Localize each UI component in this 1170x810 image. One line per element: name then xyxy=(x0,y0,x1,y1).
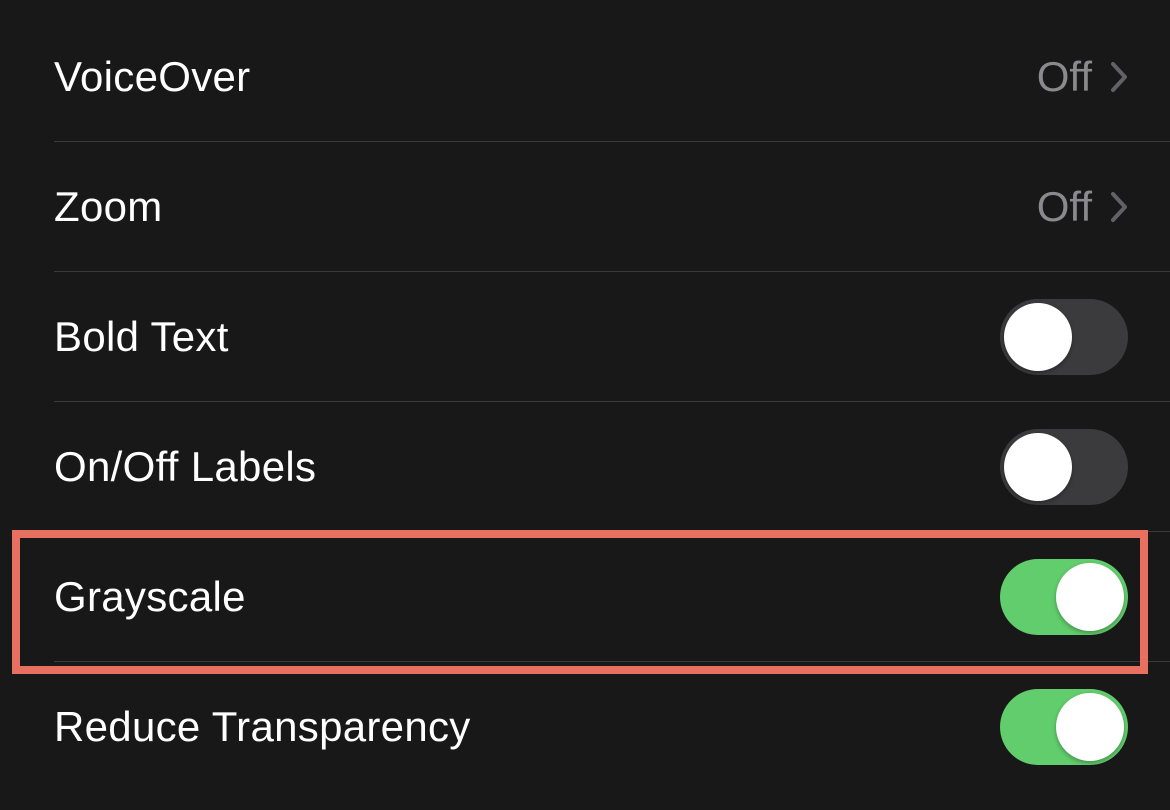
toggle-knob xyxy=(1056,563,1124,631)
onoff-labels-label: On/Off Labels xyxy=(54,443,316,491)
zoom-value: Off xyxy=(1037,183,1092,231)
voiceover-label: VoiceOver xyxy=(54,53,250,101)
grayscale-right xyxy=(1000,559,1128,635)
toggle-knob xyxy=(1056,693,1124,761)
voiceover-row[interactable]: VoiceOver Off xyxy=(0,12,1170,142)
zoom-row[interactable]: Zoom Off xyxy=(0,142,1170,272)
zoom-right: Off xyxy=(1037,183,1128,231)
reduce-transparency-right xyxy=(1000,689,1128,765)
grayscale-label: Grayscale xyxy=(54,573,246,621)
bold-text-row: Bold Text xyxy=(0,272,1170,402)
zoom-label: Zoom xyxy=(54,183,163,231)
voiceover-value: Off xyxy=(1037,53,1092,101)
onoff-labels-row: On/Off Labels xyxy=(0,402,1170,532)
onoff-labels-right xyxy=(1000,429,1128,505)
accessibility-settings-list: VoiceOver Off Zoom Off Bold Text xyxy=(0,12,1170,792)
reduce-transparency-toggle[interactable] xyxy=(1000,689,1128,765)
toggle-knob xyxy=(1004,433,1072,501)
reduce-transparency-label: Reduce Transparency xyxy=(54,703,471,751)
bold-text-toggle[interactable] xyxy=(1000,299,1128,375)
chevron-right-icon xyxy=(1110,191,1128,223)
reduce-transparency-row: Reduce Transparency xyxy=(0,662,1170,792)
bold-text-label: Bold Text xyxy=(54,313,229,361)
bold-text-right xyxy=(1000,299,1128,375)
grayscale-row: Grayscale xyxy=(0,532,1170,662)
toggle-knob xyxy=(1004,303,1072,371)
onoff-labels-toggle[interactable] xyxy=(1000,429,1128,505)
voiceover-right: Off xyxy=(1037,53,1128,101)
chevron-right-icon xyxy=(1110,61,1128,93)
grayscale-toggle[interactable] xyxy=(1000,559,1128,635)
